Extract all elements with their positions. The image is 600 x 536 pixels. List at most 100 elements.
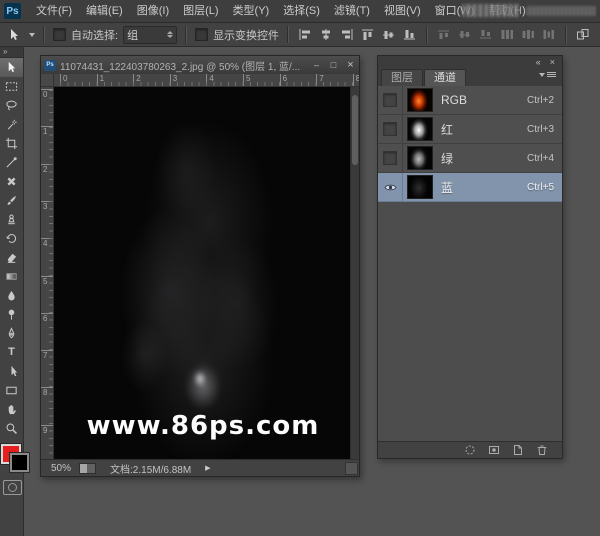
ruler-mark: 2 (41, 164, 54, 174)
ruler-mark: 8 (41, 387, 54, 397)
auto-select-dropdown[interactable]: 组 (123, 26, 177, 44)
distribute-top-edges-icon (436, 27, 452, 43)
channel-thumbnail (407, 88, 433, 112)
channel-name: 红 (441, 121, 527, 138)
save-selection-as-channel-icon[interactable] (487, 444, 500, 457)
tool-dodge[interactable] (0, 305, 23, 324)
separator (426, 26, 428, 43)
tools-panel: » T (0, 47, 24, 536)
document-title-bar[interactable]: Ps 11074431_122403780263_2.jpg @ 50% (图层… (41, 56, 359, 75)
tool-blur[interactable] (0, 286, 23, 305)
visibility-toggle[interactable] (378, 115, 403, 143)
color-swatches (1, 444, 31, 474)
tab-channels[interactable]: 通道 (424, 69, 466, 86)
tool-crop[interactable] (0, 134, 23, 153)
align-bottom-edges-icon[interactable] (402, 27, 418, 43)
panel-menu-icon[interactable] (539, 72, 556, 77)
ruler-mark: 3 (170, 74, 177, 87)
tool-quick-selection[interactable] (0, 115, 23, 134)
menu-select[interactable]: 选择(S) (276, 1, 327, 22)
channel-row-red[interactable]: 红 Ctrl+3 (378, 115, 562, 144)
menu-layer[interactable]: 图层(L) (176, 1, 225, 22)
tool-rectangular-marquee[interactable] (0, 77, 23, 96)
distribute-bottom-edges-icon (478, 27, 494, 43)
tab-layers[interactable]: 图层 (381, 69, 423, 86)
channel-row-rgb[interactable]: RGB Ctrl+2 (378, 86, 562, 115)
distribute-left-edges-icon (499, 27, 515, 43)
empty-eye-checkbox[interactable] (383, 93, 397, 107)
align-vertical-centers-icon[interactable] (381, 27, 397, 43)
ruler-mark: 0 (60, 74, 67, 87)
delete-channel-icon[interactable] (535, 444, 548, 457)
zoom-level-field[interactable]: 50% (41, 463, 79, 474)
scrollbar-thumb[interactable] (352, 95, 358, 165)
ruler-mark: 1 (97, 74, 104, 87)
menu-bar: Ps 文件(F) 编辑(E) 图像(I) 图层(L) 类型(Y) 选择(S) 滤… (0, 0, 600, 23)
tool-path-selection[interactable] (0, 362, 23, 381)
vertical-scrollbar[interactable] (350, 87, 359, 461)
tool-options-bar: 自动选择: 组 显示变换控件 (0, 23, 600, 47)
channel-name: RGB (441, 93, 527, 107)
load-channel-as-selection-icon[interactable] (463, 444, 476, 457)
auto-select-checkbox[interactable] (53, 28, 66, 41)
align-right-edges-icon[interactable] (339, 27, 355, 43)
empty-eye-checkbox[interactable] (383, 122, 397, 136)
close-icon[interactable]: × (342, 57, 359, 74)
tool-pen[interactable] (0, 324, 23, 343)
distribute-right-edges-icon (541, 27, 557, 43)
tool-clone-stamp[interactable] (0, 210, 23, 229)
tool-lasso[interactable] (0, 96, 23, 115)
align-horizontal-centers-icon[interactable] (318, 27, 334, 43)
tool-rectangle-shape[interactable] (0, 381, 23, 400)
canvas-watermark-text: www.86ps.com (54, 411, 352, 441)
separator (43, 26, 45, 43)
visibility-toggle[interactable] (378, 86, 403, 114)
tool-type[interactable]: T (0, 343, 23, 362)
tool-eraser[interactable] (0, 248, 23, 267)
tool-history-brush[interactable] (0, 229, 23, 248)
align-top-edges-icon[interactable] (360, 27, 376, 43)
status-menu-arrow-icon[interactable]: ▶ (205, 464, 210, 472)
tool-move[interactable] (0, 58, 23, 77)
menu-type[interactable]: 类型(Y) (226, 1, 277, 22)
canvas[interactable]: www.86ps.com (54, 87, 352, 461)
channel-list: RGB Ctrl+2 红 Ctrl+3 绿 Ctrl+4 蓝 (378, 86, 562, 202)
channel-thumbnail (407, 175, 433, 199)
channel-row-green[interactable]: 绿 Ctrl+4 (378, 144, 562, 173)
visibility-toggle[interactable] (378, 144, 403, 172)
menu-view[interactable]: 视图(V) (377, 1, 428, 22)
menu-image[interactable]: 图像(I) (130, 1, 176, 22)
background-color-swatch[interactable] (10, 453, 29, 472)
toolbar-collapse-icon[interactable]: » (0, 47, 23, 58)
close-panel-icon[interactable]: × (550, 57, 555, 67)
tool-gradient[interactable] (0, 267, 23, 286)
ruler-mark: 8 (353, 74, 359, 87)
move-tool-preset-icon[interactable] (6, 27, 22, 43)
tool-brush[interactable] (0, 191, 23, 210)
distribute-horizontal-centers-icon (520, 27, 536, 43)
channel-shortcut: Ctrl+4 (527, 153, 562, 164)
tool-hand[interactable] (0, 400, 23, 419)
auto-align-layers-icon[interactable] (575, 27, 591, 43)
tool-eyedropper[interactable] (0, 153, 23, 172)
maximize-icon[interactable]: □ (325, 57, 342, 74)
empty-eye-checkbox[interactable] (383, 151, 397, 165)
visibility-toggle[interactable] (378, 173, 403, 201)
menu-file[interactable]: 文件(F) (29, 1, 79, 22)
menu-edit[interactable]: 编辑(E) (79, 1, 130, 22)
collapse-panel-icon[interactable]: « (536, 57, 541, 67)
menu-filter[interactable]: 滤镜(T) (327, 1, 377, 22)
align-left-edges-icon[interactable] (297, 27, 313, 43)
tool-zoom[interactable] (0, 419, 23, 438)
tool-spot-healing-brush[interactable] (0, 172, 23, 191)
minimize-icon[interactable]: – (308, 57, 325, 74)
blurred-watermark (526, 6, 596, 16)
separator (287, 26, 289, 43)
preset-dropdown-icon[interactable] (29, 33, 35, 37)
new-channel-icon[interactable] (511, 444, 524, 457)
show-transform-checkbox[interactable] (195, 28, 208, 41)
channel-row-blue[interactable]: 蓝 Ctrl+5 (378, 173, 562, 202)
quick-mask-mode-icon[interactable] (3, 480, 22, 495)
ruler-mark: 4 (206, 74, 213, 87)
psd-file-icon: Ps (44, 60, 56, 71)
